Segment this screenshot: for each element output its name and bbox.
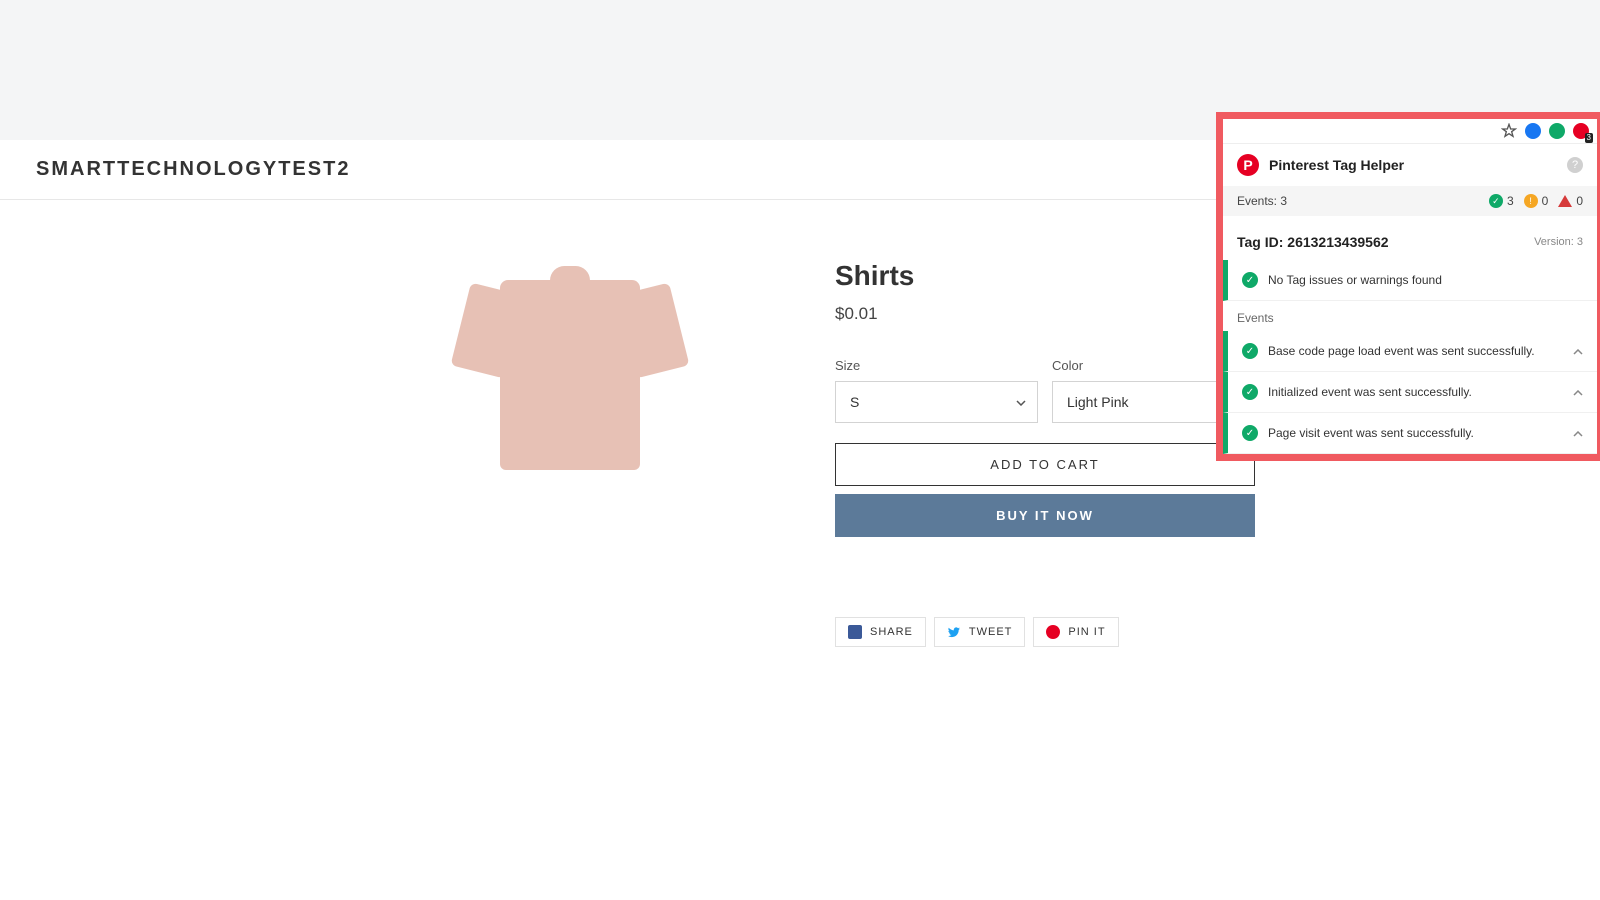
browser-extension-bar: 3 [1223, 119, 1597, 144]
buy-now-button[interactable]: BUY IT NOW [835, 494, 1255, 537]
chevron-up-icon [1573, 344, 1583, 358]
facebook-icon [848, 625, 862, 639]
version-label: Version: 3 [1534, 236, 1583, 248]
event-text: Page visit event was sent successfully. [1268, 426, 1563, 440]
share-pi-label: PIN IT [1068, 626, 1105, 638]
check-icon: ✓ [1242, 343, 1258, 359]
size-group: Size S [835, 358, 1038, 423]
pinterest-logo-icon: P [1237, 154, 1259, 176]
star-icon[interactable] [1501, 123, 1517, 139]
no-issues-text: No Tag issues or warnings found [1268, 273, 1583, 287]
pinterest-icon [1046, 625, 1060, 639]
brand-logo[interactable]: SMARTTECHNOLOGYTEST2 [36, 158, 350, 181]
add-to-cart-button[interactable]: ADD TO CART [835, 443, 1255, 486]
options-row: Size S Color Light Pink [835, 358, 1255, 423]
tag-id-row: Tag ID: 2613213439562 Version: 3 [1223, 216, 1597, 260]
status-warning: ! 0 [1524, 194, 1549, 208]
event-text: Initialized event was sent successfully. [1268, 385, 1563, 399]
status-error: 0 [1558, 194, 1583, 208]
chevron-up-icon [1573, 385, 1583, 399]
size-select[interactable]: S [835, 381, 1038, 423]
panel-title: Pinterest Tag Helper [1269, 157, 1557, 173]
share-row: SHARE TWEET PIN IT [835, 617, 1255, 647]
event-row-2[interactable]: ✓ Page visit event was sent successfully… [1223, 413, 1597, 454]
extension-icon-pinterest[interactable]: 3 [1573, 123, 1589, 139]
check-icon: ✓ [1242, 425, 1258, 441]
product-info: Shirts $0.01 Size S Color Ligh [835, 260, 1255, 647]
tag-helper-panel: 3 P Pinterest Tag Helper ? Events: 3 ✓ 3… [1216, 112, 1600, 461]
size-label: Size [835, 358, 1038, 373]
share-pinterest-button[interactable]: PIN IT [1033, 617, 1118, 647]
help-icon[interactable]: ? [1567, 157, 1583, 173]
check-icon: ✓ [1242, 384, 1258, 400]
no-issues-row: ✓ No Tag issues or warnings found [1223, 260, 1597, 301]
twitter-icon [947, 625, 961, 639]
event-row-1[interactable]: ✓ Initialized event was sent successfull… [1223, 372, 1597, 413]
share-tw-label: TWEET [969, 626, 1013, 638]
status-success: ✓ 3 [1489, 194, 1514, 208]
share-fb-label: SHARE [870, 626, 913, 638]
events-summary-bar: Events: 3 ✓ 3 ! 0 0 [1223, 186, 1597, 216]
panel-header: P Pinterest Tag Helper ? [1223, 144, 1597, 186]
tag-id-label: Tag ID: 2613213439562 [1237, 234, 1534, 250]
product-image [345, 260, 795, 647]
events-count-label: Events: 3 [1237, 194, 1489, 208]
event-row-0[interactable]: ✓ Base code page load event was sent suc… [1223, 331, 1597, 372]
error-triangle-icon [1558, 195, 1572, 207]
event-text: Base code page load event was sent succe… [1268, 344, 1563, 358]
product-title: Shirts [835, 260, 1255, 292]
check-icon: ✓ [1242, 272, 1258, 288]
warning-circle-icon: ! [1524, 194, 1538, 208]
check-circle-icon: ✓ [1489, 194, 1503, 208]
share-facebook-button[interactable]: SHARE [835, 617, 926, 647]
extension-icon-blue[interactable] [1525, 123, 1541, 139]
events-heading: Events [1223, 301, 1597, 331]
share-twitter-button[interactable]: TWEET [934, 617, 1026, 647]
extension-icon-green[interactable] [1549, 123, 1565, 139]
extension-badge: 3 [1585, 133, 1593, 143]
status-indicators: ✓ 3 ! 0 0 [1489, 194, 1583, 208]
chevron-up-icon [1573, 426, 1583, 440]
tshirt-image [450, 260, 690, 490]
product-price: $0.01 [835, 304, 1255, 324]
